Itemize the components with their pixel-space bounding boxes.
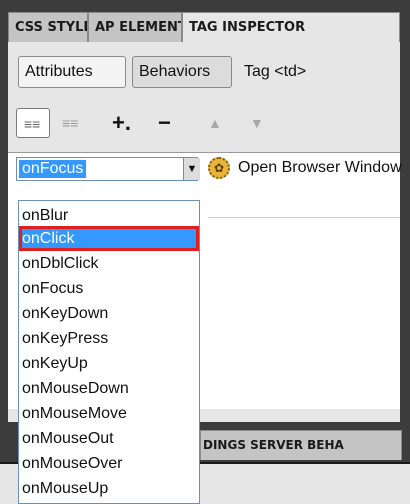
behavior-action: Open Browser Window <box>238 159 402 176</box>
event-option-onblur[interactable]: onBlur <box>19 203 199 228</box>
panel-right-edge <box>400 42 410 422</box>
event-option-onkeydown[interactable]: onKeyDown <box>19 301 199 326</box>
panel-left-edge <box>0 42 8 422</box>
remove-behavior-button[interactable]: − <box>158 108 171 138</box>
event-selected-value: onFocus <box>19 160 87 178</box>
chevron-down-icon[interactable]: ▼ <box>183 158 200 180</box>
move-up-button[interactable]: ▲ <box>208 108 222 138</box>
event-option-onmouseup[interactable]: onMouseUp <box>19 476 199 501</box>
tab-ap-elements[interactable]: AP ELEMENTS <box>88 12 182 42</box>
event-dropdown-list: onBlur onClick onDblClick onFocus onKeyD… <box>18 200 200 504</box>
event-option-onkeypress[interactable]: onKeyPress <box>19 326 199 351</box>
show-all-events-button[interactable]: ≡≡ <box>62 108 78 138</box>
tab-behaviors[interactable]: Behaviors <box>132 56 232 88</box>
tab-attributes[interactable]: Attributes <box>18 56 126 88</box>
row-divider <box>208 217 400 218</box>
gear-icon: ✿ <box>208 157 230 179</box>
add-behavior-button[interactable]: +. <box>112 108 131 138</box>
event-option-onmousedown[interactable]: onMouseDown <box>19 376 199 401</box>
tab-bindings-server-behaviors[interactable]: DINGS SERVER BEHA <box>200 430 402 460</box>
event-option-onkeyup[interactable]: onKeyUp <box>19 351 199 376</box>
behavior-row[interactable]: onFocus ▼ ✿ Open Browser Window <box>8 153 402 183</box>
event-option-onfocus[interactable]: onFocus <box>19 276 199 301</box>
move-down-button[interactable]: ▼ <box>250 108 264 138</box>
list-icon: ≡≡ <box>24 116 41 132</box>
show-set-events-button[interactable]: ≡≡ <box>16 108 50 138</box>
tag-label: Tag <td> <box>244 63 307 80</box>
event-select[interactable]: onFocus ▼ <box>16 157 200 181</box>
event-option-ondblclick[interactable]: onDblClick <box>19 251 199 276</box>
tab-tag-inspector[interactable]: TAG INSPECTOR <box>182 12 400 42</box>
event-option-onmouseout[interactable]: onMouseOut <box>19 426 199 451</box>
event-option-onclick[interactable]: onClick <box>19 226 199 251</box>
event-option-onmousemove[interactable]: onMouseMove <box>19 401 199 426</box>
panel-tab-bar: CSS STYLES AP ELEMENTS TAG INSPECTOR <box>0 0 410 42</box>
tab-css-styles[interactable]: CSS STYLES <box>8 12 88 42</box>
event-option-onmouseover[interactable]: onMouseOver <box>19 451 199 476</box>
